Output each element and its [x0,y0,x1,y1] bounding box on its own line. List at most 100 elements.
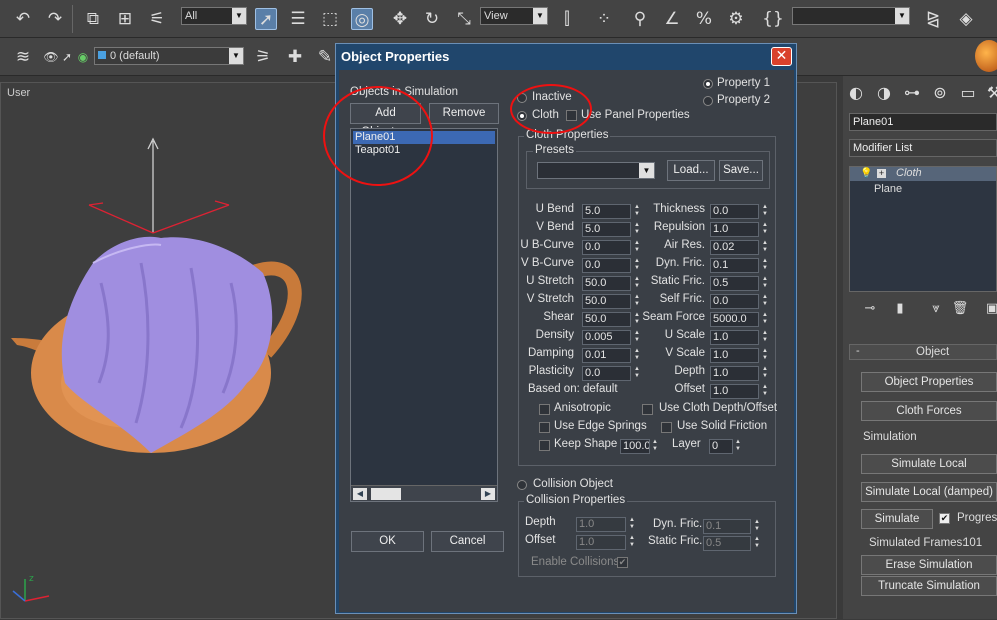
snap-toggle-icon[interactable]: ⚲ [629,8,651,30]
utilities-tab-icon[interactable]: ⚒ [983,82,997,104]
collision-object-radio[interactable] [517,480,527,490]
param-spinner[interactable]: 1.0 ▲ ▼ [710,366,770,381]
motion-tab-icon[interactable]: ⊚ [929,82,951,104]
expand-icon[interactable]: + [877,169,886,178]
use-solid-friction-checkbox[interactable] [661,422,672,433]
object-rollout-header[interactable]: - Object [849,344,997,360]
cancel-button[interactable]: Cancel [431,531,504,552]
layer-spinner[interactable]: 0 ▲ ▼ [709,439,745,454]
layer-dropdown[interactable]: 0 (default) ▼ [94,47,244,65]
select-by-name-icon[interactable]: ☰ [287,8,309,30]
modifier-stack[interactable]: 💡 + Cloth Plane [849,166,997,292]
create-tab-icon[interactable]: ◐ [845,82,867,104]
erase-simulation-button[interactable]: Erase Simulation [861,555,997,575]
cloth-forces-button[interactable]: Cloth Forces [861,401,997,421]
keep-shape-value[interactable]: 100.0 [620,439,650,454]
enable-collisions-checkbox[interactable]: ✔ [617,557,628,568]
percent-snap-icon[interactable]: % [693,8,715,30]
move-icon[interactable]: ✥ [389,8,411,30]
param-value[interactable]: 0.0 [710,294,759,309]
param-value[interactable]: 1.0 [710,330,759,345]
spinner-arrows-icon[interactable]: ▲ ▼ [761,258,769,273]
scroll-left-icon[interactable]: ◀ [353,488,367,500]
link-icon[interactable]: ⧉ [82,8,104,30]
close-icon[interactable]: ✕ [771,47,792,66]
ok-button[interactable]: OK [351,531,424,552]
param-spinner[interactable]: 1.0 ▲ ▼ [710,348,770,363]
spinner-arrows-icon[interactable]: ▲ ▼ [761,222,769,237]
param-value[interactable]: 5000.0 [710,312,759,327]
save-button[interactable]: Save... [719,160,763,181]
named-selection-dropdown[interactable]: ▼ [792,7,910,25]
spinner-arrows-icon[interactable]: ▲ ▼ [761,276,769,291]
param-value[interactable]: 0.0 [710,204,759,219]
collision-offset-value[interactable]: 1.0 [576,535,626,550]
collision-static-fric-value[interactable]: 0.5 [703,536,751,551]
param-spinner[interactable]: 0.0 ▲ ▼ [710,204,770,219]
scale-icon[interactable]: ⤡ [453,8,475,30]
param-value[interactable]: 0.02 [710,240,759,255]
reference-coord-dropdown[interactable]: View ▼ [480,7,548,25]
render-eye-icon[interactable]: ◉ [72,46,94,68]
remove-modifier-icon[interactable]: 🗑 [949,298,971,320]
mirror-icon[interactable]: ⧎ [922,8,944,30]
bind-space-warp-icon[interactable]: ⚟ [146,8,168,30]
show-end-result-icon[interactable]: ▮ [889,298,911,320]
param-value[interactable]: 1.0 [710,222,759,237]
simulate-local-damped-button[interactable]: Simulate Local (damped) [861,482,997,502]
keyboard-shortcut-icon[interactable]: ⁘ [593,8,615,30]
spinner-arrows-icon[interactable]: ▲ ▼ [628,517,636,532]
spinner-arrows-icon[interactable]: ▲ ▼ [761,384,769,399]
collision-depth-spinner[interactable]: 1.0 ▲ ▼ [576,517,638,532]
selection-filter-dropdown[interactable]: All ▼ [181,7,247,25]
spinner-arrows-icon[interactable]: ▲ ▼ [761,312,769,327]
modify-tab-icon[interactable]: ◑ [873,82,895,104]
scroll-right-icon[interactable]: ▶ [481,488,495,500]
modifier-list-dropdown[interactable]: Modifier List [849,139,997,157]
pivot-center-icon[interactable]: ⫿ [556,8,578,30]
keep-shape-spinner[interactable]: 100.0 ▲ ▼ [620,439,660,454]
spinner-arrows-icon[interactable]: ▲ ▼ [761,366,769,381]
param-spinner[interactable]: 0.5 ▲ ▼ [710,276,770,291]
undo-icon[interactable]: ↶ [12,8,34,30]
redo-icon[interactable]: ↷ [44,8,66,30]
collision-static-fric-spinner[interactable]: 0.5 ▲ ▼ [703,536,763,551]
spinner-arrows-icon[interactable]: ▲ ▼ [761,294,769,309]
rotate-icon[interactable]: ↻ [421,8,443,30]
unlink-icon[interactable]: ⊞ [114,8,136,30]
property2-radio[interactable] [703,96,713,106]
spinner-snap-icon[interactable]: ⚙ [725,8,747,30]
use-cloth-depth-offset-checkbox[interactable] [642,404,653,415]
anisotropic-checkbox[interactable] [539,404,550,415]
collision-dyn-fric-spinner[interactable]: 0.1 ▲ ▼ [703,519,763,534]
param-spinner[interactable]: 5000.0 ▲ ▼ [710,312,770,327]
progress-checkbox[interactable]: ✔ [939,513,950,524]
simulate-local-button[interactable]: Simulate Local [861,454,997,474]
spinner-arrows-icon[interactable]: ▲ ▼ [628,535,636,550]
spinner-arrows-icon[interactable]: ▲ ▼ [761,330,769,345]
truncate-simulation-button[interactable]: Truncate Simulation [861,576,997,596]
spinner-arrows-icon[interactable]: ▲ ▼ [761,240,769,255]
align-icon[interactable]: ◈ [955,8,977,30]
spinner-arrows-icon[interactable]: ▲ ▼ [753,519,761,534]
lightbulb-icon[interactable]: 💡 [860,168,872,179]
load-button[interactable]: Load... [667,160,715,181]
collision-offset-spinner[interactable]: 1.0 ▲ ▼ [576,535,638,550]
spinner-arrows-icon[interactable]: ▲ ▼ [761,204,769,219]
param-value[interactable]: 1.0 [710,366,759,381]
use-edge-springs-checkbox[interactable] [539,422,550,433]
add-to-layer-icon[interactable]: ✚ [284,46,306,68]
edit-named-selection-icon[interactable]: {} [762,8,784,30]
param-value[interactable]: 1.0 [710,384,759,399]
hierarchy-tab-icon[interactable]: ⊶ [901,82,923,104]
select-object-icon[interactable]: ➚ [255,8,277,30]
make-unique-icon[interactable]: ⩔ [925,298,947,320]
select-in-layer-icon[interactable]: ✎ [314,46,336,68]
param-value[interactable]: 0.1 [710,258,759,273]
angle-snap-icon[interactable]: ∠ [661,8,683,30]
presets-dropdown[interactable]: ▼ [537,162,655,179]
display-tab-icon[interactable]: ▭ [957,82,979,104]
collision-depth-value[interactable]: 1.0 [576,517,626,532]
spinner-arrows-icon[interactable]: ▲ ▼ [651,439,659,454]
param-value[interactable]: 1.0 [710,348,759,363]
